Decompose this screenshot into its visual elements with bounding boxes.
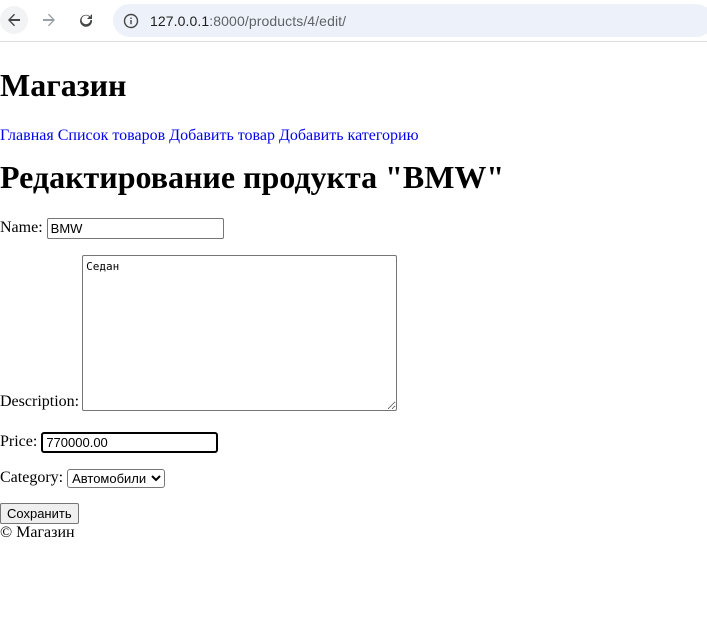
description-row: Description: Седан — [0, 255, 707, 411]
page-content: Магазин Главная Список товаров Добавить … — [0, 67, 707, 542]
nav-link-home[interactable]: Главная — [0, 127, 54, 144]
arrow-right-icon — [43, 13, 55, 27]
description-label: Description: — [0, 392, 80, 410]
site-title: Магазин — [0, 67, 127, 103]
browser-toolbar: 127.0.0.1:8000/products/4/edit/ — [0, 0, 707, 42]
address-bar[interactable]: 127.0.0.1:8000/products/4/edit/ — [113, 4, 707, 37]
footer: © Магазин — [0, 524, 75, 541]
url-path: :8000/products/4/edit/ — [209, 12, 347, 29]
reload-button[interactable] — [72, 6, 100, 34]
forward-button[interactable] — [35, 6, 63, 34]
name-label: Name: — [0, 218, 43, 236]
nav-link-add-category[interactable]: Добавить категорию — [279, 127, 419, 144]
save-button[interactable]: Сохранить — [0, 503, 79, 524]
nav-link-add-product[interactable]: Добавить товар — [169, 127, 275, 144]
url-text: 127.0.0.1:8000/products/4/edit/ — [150, 13, 346, 29]
edit-product-form: Name: Description: Седан Price: Category… — [0, 217, 707, 524]
category-select[interactable]: Автомобили — [67, 468, 166, 488]
reload-icon — [80, 14, 93, 27]
page-title: Редактирование продукта "BMW" — [0, 159, 505, 195]
arrow-left-icon — [8, 13, 20, 27]
category-label: Category: — [0, 468, 64, 486]
nav-link-product-list[interactable]: Список товаров — [58, 127, 165, 144]
price-row: Price: — [0, 431, 707, 453]
submit-row: Сохранить — [0, 503, 707, 524]
price-label: Price: — [0, 432, 38, 450]
main-nav: Главная Список товаров Добавить товар До… — [0, 127, 707, 145]
category-row: Category: Автомобили — [0, 467, 707, 489]
back-button[interactable] — [0, 6, 28, 34]
description-textarea[interactable]: Седан — [82, 255, 398, 411]
info-icon[interactable] — [123, 13, 139, 29]
url-host: 127.0.0.1 — [150, 12, 210, 29]
name-input[interactable] — [46, 217, 224, 239]
name-row: Name: — [0, 217, 707, 239]
price-input[interactable] — [41, 431, 219, 453]
